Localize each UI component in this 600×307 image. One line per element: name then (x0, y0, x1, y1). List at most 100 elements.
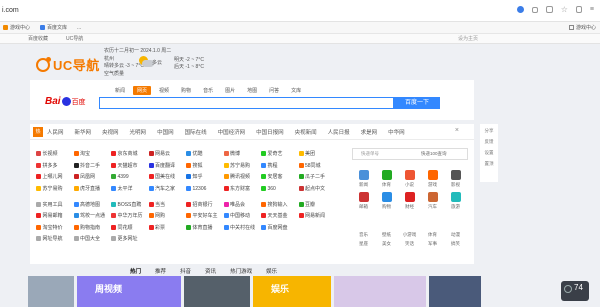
app-tile[interactable]: 汽车 (421, 192, 444, 210)
category-link[interactable]: 中国经济网 (218, 128, 246, 136)
tab-uc-nav[interactable]: UC导航 (66, 35, 83, 42)
app-tile[interactable]: 新闻 (352, 170, 375, 188)
search-engine-tab[interactable]: 地图 (243, 86, 261, 95)
fav-item[interactable]: 百度文库 (40, 24, 67, 31)
site-link[interactable]: 中国大全 (73, 235, 112, 242)
site-link[interactable]: 搜狗输入 (261, 201, 299, 208)
site-link[interactable]: 京东商城 (111, 150, 149, 157)
feed-thumbnail[interactable] (28, 276, 74, 307)
app-tile[interactable]: 购物 (375, 192, 398, 210)
category-link[interactable]: 人民网 (47, 128, 64, 136)
site-link[interactable]: 虎牙直播 (73, 185, 112, 192)
site-link[interactable]: 高德地图 (73, 201, 112, 208)
network-speed-widget[interactable]: 74 (561, 281, 589, 301)
tool-link[interactable]: 壁纸 (375, 232, 398, 238)
fav-item[interactable]: ... (77, 25, 81, 31)
fav-item[interactable]: 游戏中心 (3, 24, 30, 31)
site-link[interactable]: 百度网盘 (261, 224, 299, 231)
side-nav-item[interactable]: 置顶 (485, 161, 494, 167)
site-link[interactable]: 淘宝特价 (36, 224, 74, 231)
tool-link[interactable]: 小游戏 (398, 232, 421, 238)
site-link[interactable]: 中关村在线 (223, 224, 262, 231)
category-link[interactable]: 中华网 (388, 128, 405, 136)
site-link[interactable]: 长视频 (36, 150, 74, 157)
site-link[interactable]: 招商银行 (186, 201, 224, 208)
tool-link[interactable]: 笑话 (398, 241, 421, 247)
search-engine-tab[interactable]: 图片 (221, 86, 239, 95)
site-link[interactable]: 驾校一点通 (73, 212, 112, 219)
site-link[interactable]: 网易邮箱 (36, 212, 74, 219)
site-link[interactable]: 更多网址 (111, 235, 149, 242)
site-link[interactable]: 起点中文 (298, 185, 337, 192)
site-link[interactable]: 东方财富 (223, 185, 262, 192)
app-tile[interactable]: 影视 (444, 170, 467, 188)
feed-tab[interactable]: 热门 (130, 267, 141, 275)
site-link[interactable]: 腾讯视频 (223, 173, 262, 180)
search-input[interactable] (99, 97, 394, 109)
game-center-link[interactable]: 游戏中心 (568, 24, 596, 31)
tool-link[interactable]: 体育 (421, 232, 444, 238)
site-link[interactable]: 平安好车主 (186, 212, 224, 219)
security-icon[interactable] (516, 6, 524, 13)
feed-thumbnail[interactable]: 娱乐 (253, 276, 331, 307)
site-link[interactable]: 豆瓣 (298, 201, 337, 208)
site-link[interactable]: 中国移动 (223, 212, 262, 219)
site-link[interactable]: 爱奇艺 (261, 150, 299, 157)
feed-thumbnail[interactable] (334, 276, 426, 307)
category-link[interactable]: 中国日报网 (256, 128, 284, 136)
site-link[interactable]: 携程 (261, 162, 299, 169)
tab-favorites[interactable]: 百度收藏 (28, 35, 48, 42)
search-engine-tab[interactable]: 音乐 (199, 86, 217, 95)
site-link[interactable]: 唯品会 (223, 201, 262, 208)
app-tile[interactable]: 小说 (398, 170, 421, 188)
site-link[interactable]: 太平洋 (111, 185, 149, 192)
app-tile[interactable]: 游戏 (421, 170, 444, 188)
site-link[interactable]: 苏宁易购 (36, 185, 74, 192)
uc-logo[interactable]: UC导航 (36, 55, 100, 74)
site-link[interactable]: 58同城 (298, 162, 337, 169)
tool-link[interactable]: 搞笑 (444, 241, 467, 247)
site-link[interactable]: 上哪儿网 (36, 173, 74, 180)
search-engine-tab[interactable]: 问答 (265, 86, 283, 95)
site-link[interactable]: 购物指南 (73, 224, 112, 231)
category-link[interactable]: 新华网 (75, 128, 92, 136)
extension-icon[interactable] (545, 6, 553, 13)
category-link[interactable]: 光明网 (130, 128, 147, 136)
baidu-logo[interactable]: Bai 百度 (45, 96, 86, 107)
app-tile[interactable]: 邮箱 (352, 192, 375, 210)
app-tile[interactable]: 体育 (375, 170, 398, 188)
category-link[interactable]: 国际在线 (185, 128, 207, 136)
site-link[interactable]: 彩票 (148, 224, 187, 231)
search-engine-tab[interactable]: 文库 (287, 86, 305, 95)
site-link[interactable]: 天天基金 (261, 212, 299, 219)
set-homepage-link[interactable]: 设为主页 (458, 35, 478, 42)
url-text[interactable]: i.com (2, 7, 19, 14)
site-link[interactable]: 国美在线 (148, 173, 187, 180)
search-engine-tab[interactable]: 视频 (155, 86, 173, 95)
site-link[interactable]: 凤凰网 (73, 173, 112, 180)
site-link[interactable]: 汽车之家 (148, 185, 187, 192)
category-link[interactable]: 求是网 (361, 128, 378, 136)
site-link[interactable]: 百度翻译 (148, 162, 187, 169)
app-tile[interactable]: 旅游 (444, 192, 467, 210)
site-link[interactable]: 中华万年历 (111, 212, 149, 219)
express-search-input[interactable]: 快递单号 快递100查询 (352, 148, 468, 160)
site-link[interactable]: 安居客 (261, 173, 299, 180)
search-engine-tab[interactable]: 新闻 (111, 86, 129, 95)
close-icon[interactable]: × (455, 127, 459, 134)
site-link[interactable]: 搜狐 (186, 162, 224, 169)
site-link[interactable]: 网易云 (148, 150, 187, 157)
site-link[interactable]: 360 (261, 186, 299, 192)
feed-tab[interactable]: 推荐 (155, 267, 166, 275)
category-link[interactable]: 央视网 (102, 128, 119, 136)
feed-tab[interactable]: 热门游戏 (230, 267, 252, 275)
feed-tab[interactable]: 抖音 (180, 267, 191, 275)
search-button[interactable]: 百度一下 (394, 97, 440, 109)
app-tile[interactable]: 财经 (398, 192, 421, 210)
tool-link[interactable]: 星座 (352, 241, 375, 247)
site-link[interactable]: BOSS直聘 (111, 201, 149, 208)
dropdown-icon[interactable] (531, 6, 538, 13)
tool-link[interactable]: 动漫 (444, 232, 467, 238)
side-nav-item[interactable]: 反馈 (485, 139, 494, 145)
feed-thumbnail[interactable] (184, 276, 250, 307)
